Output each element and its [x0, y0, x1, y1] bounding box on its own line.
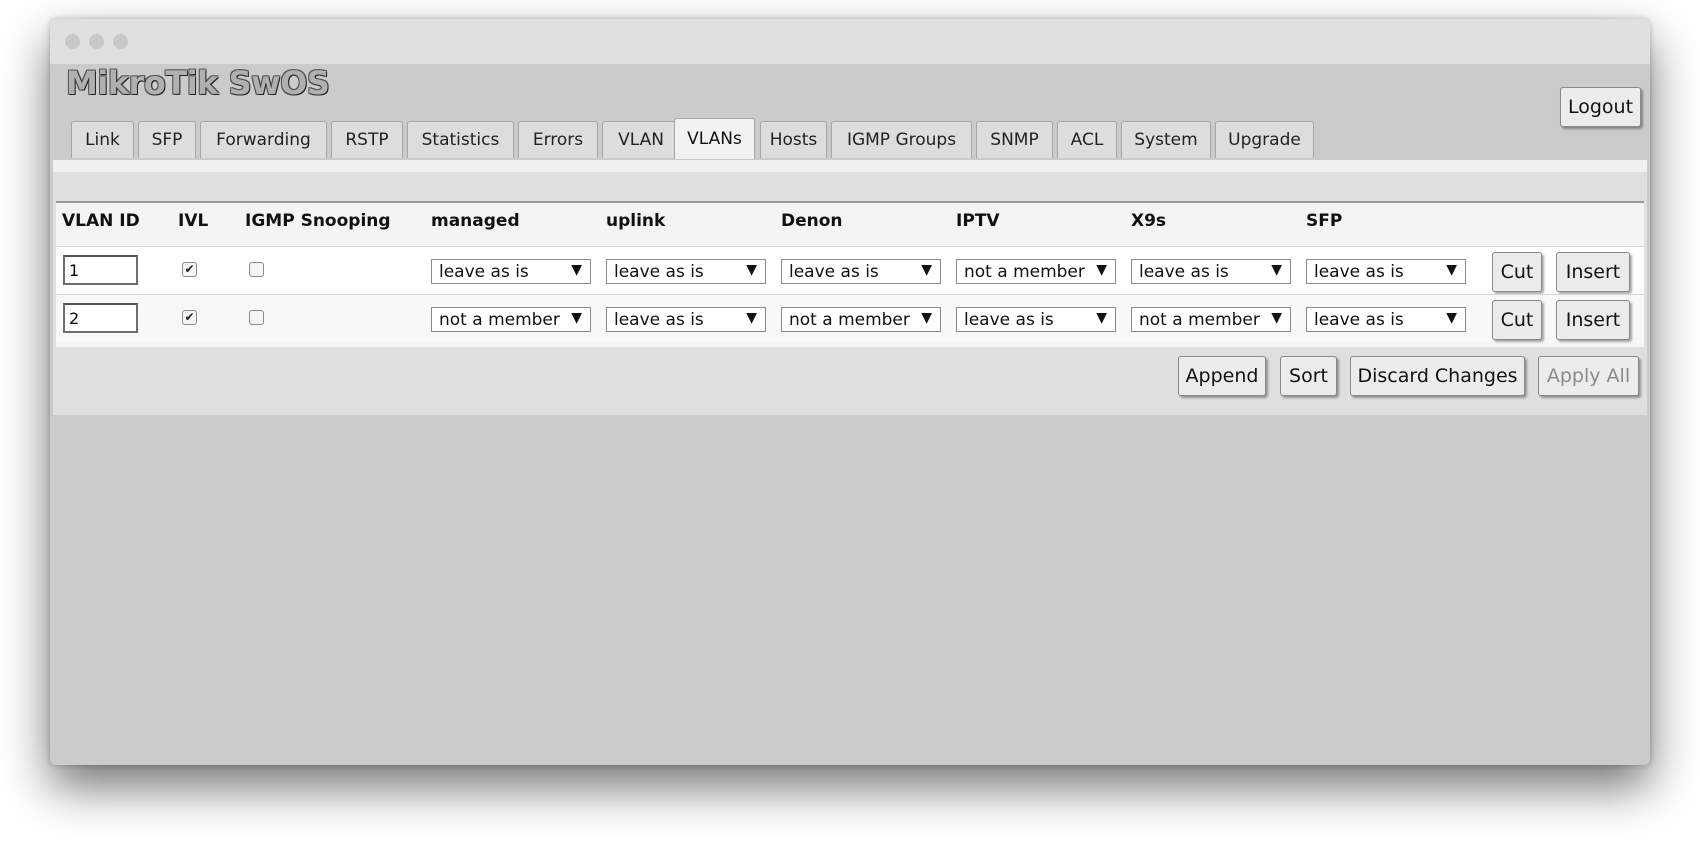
dropdown-caret-icon: ▼: [1446, 310, 1457, 326]
select-value: leave as is: [789, 261, 879, 282]
header-ivl: IVL: [178, 211, 209, 231]
header-iptv: IPTV: [956, 211, 1000, 231]
select-value: leave as is: [1139, 261, 1229, 282]
tab-rstp[interactable]: RSTP: [331, 121, 403, 158]
tab-upgrade[interactable]: Upgrade: [1215, 121, 1314, 158]
logout-button[interactable]: Logout: [1560, 87, 1641, 127]
dropdown-caret-icon: ▼: [921, 310, 932, 326]
apply-all-button[interactable]: Apply All: [1538, 356, 1639, 396]
append-button[interactable]: Append: [1178, 356, 1266, 396]
header-sfp: SFP: [1306, 211, 1343, 231]
port-iptv-select[interactable]: leave as is ▼: [956, 307, 1116, 332]
igmp-snooping-checkbox[interactable]: [249, 262, 264, 277]
port-iptv-select[interactable]: not a member ▼: [956, 259, 1116, 284]
tab-link[interactable]: Link: [71, 121, 134, 158]
window-minimize-dot[interactable]: [89, 34, 104, 49]
ivl-checkbox[interactable]: ✔: [182, 310, 197, 325]
vlans-panel: VLAN ID IVL IGMP Snooping managed uplink…: [53, 160, 1647, 415]
port-uplink-select[interactable]: leave as is ▼: [606, 307, 766, 332]
sort-button[interactable]: Sort: [1280, 356, 1337, 396]
dropdown-caret-icon: ▼: [571, 310, 582, 326]
dropdown-caret-icon: ▼: [1096, 310, 1107, 326]
header-uplink: uplink: [606, 211, 666, 231]
window-zoom-dot[interactable]: [113, 34, 128, 49]
tab-igmp-groups[interactable]: IGMP Groups: [831, 121, 972, 158]
dropdown-caret-icon: ▼: [571, 262, 582, 278]
header-denon: Denon: [781, 211, 843, 231]
tab-vlans[interactable]: VLANs: [674, 118, 755, 159]
vlan-id-input[interactable]: 2: [63, 303, 138, 333]
tab-hosts[interactable]: Hosts: [760, 121, 827, 158]
port-sfp-select[interactable]: leave as is ▼: [1306, 307, 1466, 332]
header-x9s: X9s: [1131, 211, 1167, 231]
port-denon-select[interactable]: leave as is ▼: [781, 259, 941, 284]
select-value: leave as is: [439, 261, 529, 282]
port-managed-select[interactable]: leave as is ▼: [431, 259, 591, 284]
window-close-dot[interactable]: [65, 34, 80, 49]
select-value: not a member: [789, 309, 910, 330]
app-brand-title: MikroTik SwOS: [66, 64, 330, 102]
select-value: not a member: [1139, 309, 1260, 330]
tab-acl[interactable]: ACL: [1057, 121, 1117, 158]
header-managed: managed: [431, 211, 520, 231]
app-window: MikroTik SwOS Logout Link SFP Forwarding…: [50, 19, 1650, 765]
cut-button[interactable]: Cut: [1492, 300, 1542, 340]
dropdown-caret-icon: ▼: [1096, 262, 1107, 278]
dropdown-caret-icon: ▼: [921, 262, 932, 278]
select-value: leave as is: [964, 309, 1054, 330]
insert-button[interactable]: Insert: [1556, 252, 1630, 292]
check-icon: ✔: [184, 262, 195, 276]
dropdown-caret-icon: ▼: [746, 262, 757, 278]
vlans-table: VLAN ID IVL IGMP Snooping managed uplink…: [56, 201, 1644, 347]
igmp-snooping-checkbox[interactable]: [249, 310, 264, 325]
port-x9s-select[interactable]: leave as is ▼: [1131, 259, 1291, 284]
discard-changes-button[interactable]: Discard Changes: [1350, 356, 1525, 396]
tab-errors[interactable]: Errors: [518, 121, 598, 158]
select-value: leave as is: [1314, 261, 1404, 282]
port-managed-select[interactable]: not a member ▼: [431, 307, 591, 332]
select-value: leave as is: [1314, 309, 1404, 330]
tab-sfp[interactable]: SFP: [138, 121, 196, 158]
tab-system[interactable]: System: [1121, 121, 1211, 158]
check-icon: ✔: [184, 310, 195, 324]
ivl-checkbox[interactable]: ✔: [182, 262, 197, 277]
table-row: 1 ✔ leave as is ▼ leave as is ▼ leave as i…: [56, 246, 1644, 295]
header-igmp-snooping: IGMP Snooping: [245, 211, 391, 231]
port-sfp-select[interactable]: leave as is ▼: [1306, 259, 1466, 284]
select-value: not a member: [964, 261, 1085, 282]
tab-snmp[interactable]: SNMP: [976, 121, 1053, 158]
port-x9s-select[interactable]: not a member ▼: [1131, 307, 1291, 332]
window-titlebar: [50, 19, 1650, 64]
insert-button[interactable]: Insert: [1556, 300, 1630, 340]
table-row: 2 ✔ not a member ▼ leave as is ▼ not a mem…: [56, 294, 1644, 343]
tab-forwarding[interactable]: Forwarding: [200, 121, 327, 158]
dropdown-caret-icon: ▼: [746, 310, 757, 326]
dropdown-caret-icon: ▼: [1271, 310, 1282, 326]
cut-button[interactable]: Cut: [1492, 252, 1542, 292]
tab-statistics[interactable]: Statistics: [407, 121, 514, 158]
header-vlan-id: VLAN ID: [62, 211, 140, 231]
port-denon-select[interactable]: not a member ▼: [781, 307, 941, 332]
select-value: leave as is: [614, 309, 704, 330]
dropdown-caret-icon: ▼: [1271, 262, 1282, 278]
select-value: leave as is: [614, 261, 704, 282]
vlan-id-input[interactable]: 1: [63, 255, 138, 285]
tab-vlan[interactable]: VLAN: [602, 121, 680, 158]
dropdown-caret-icon: ▼: [1446, 262, 1457, 278]
select-value: not a member: [439, 309, 560, 330]
panel-top-strip: [53, 160, 1647, 172]
port-uplink-select[interactable]: leave as is ▼: [606, 259, 766, 284]
